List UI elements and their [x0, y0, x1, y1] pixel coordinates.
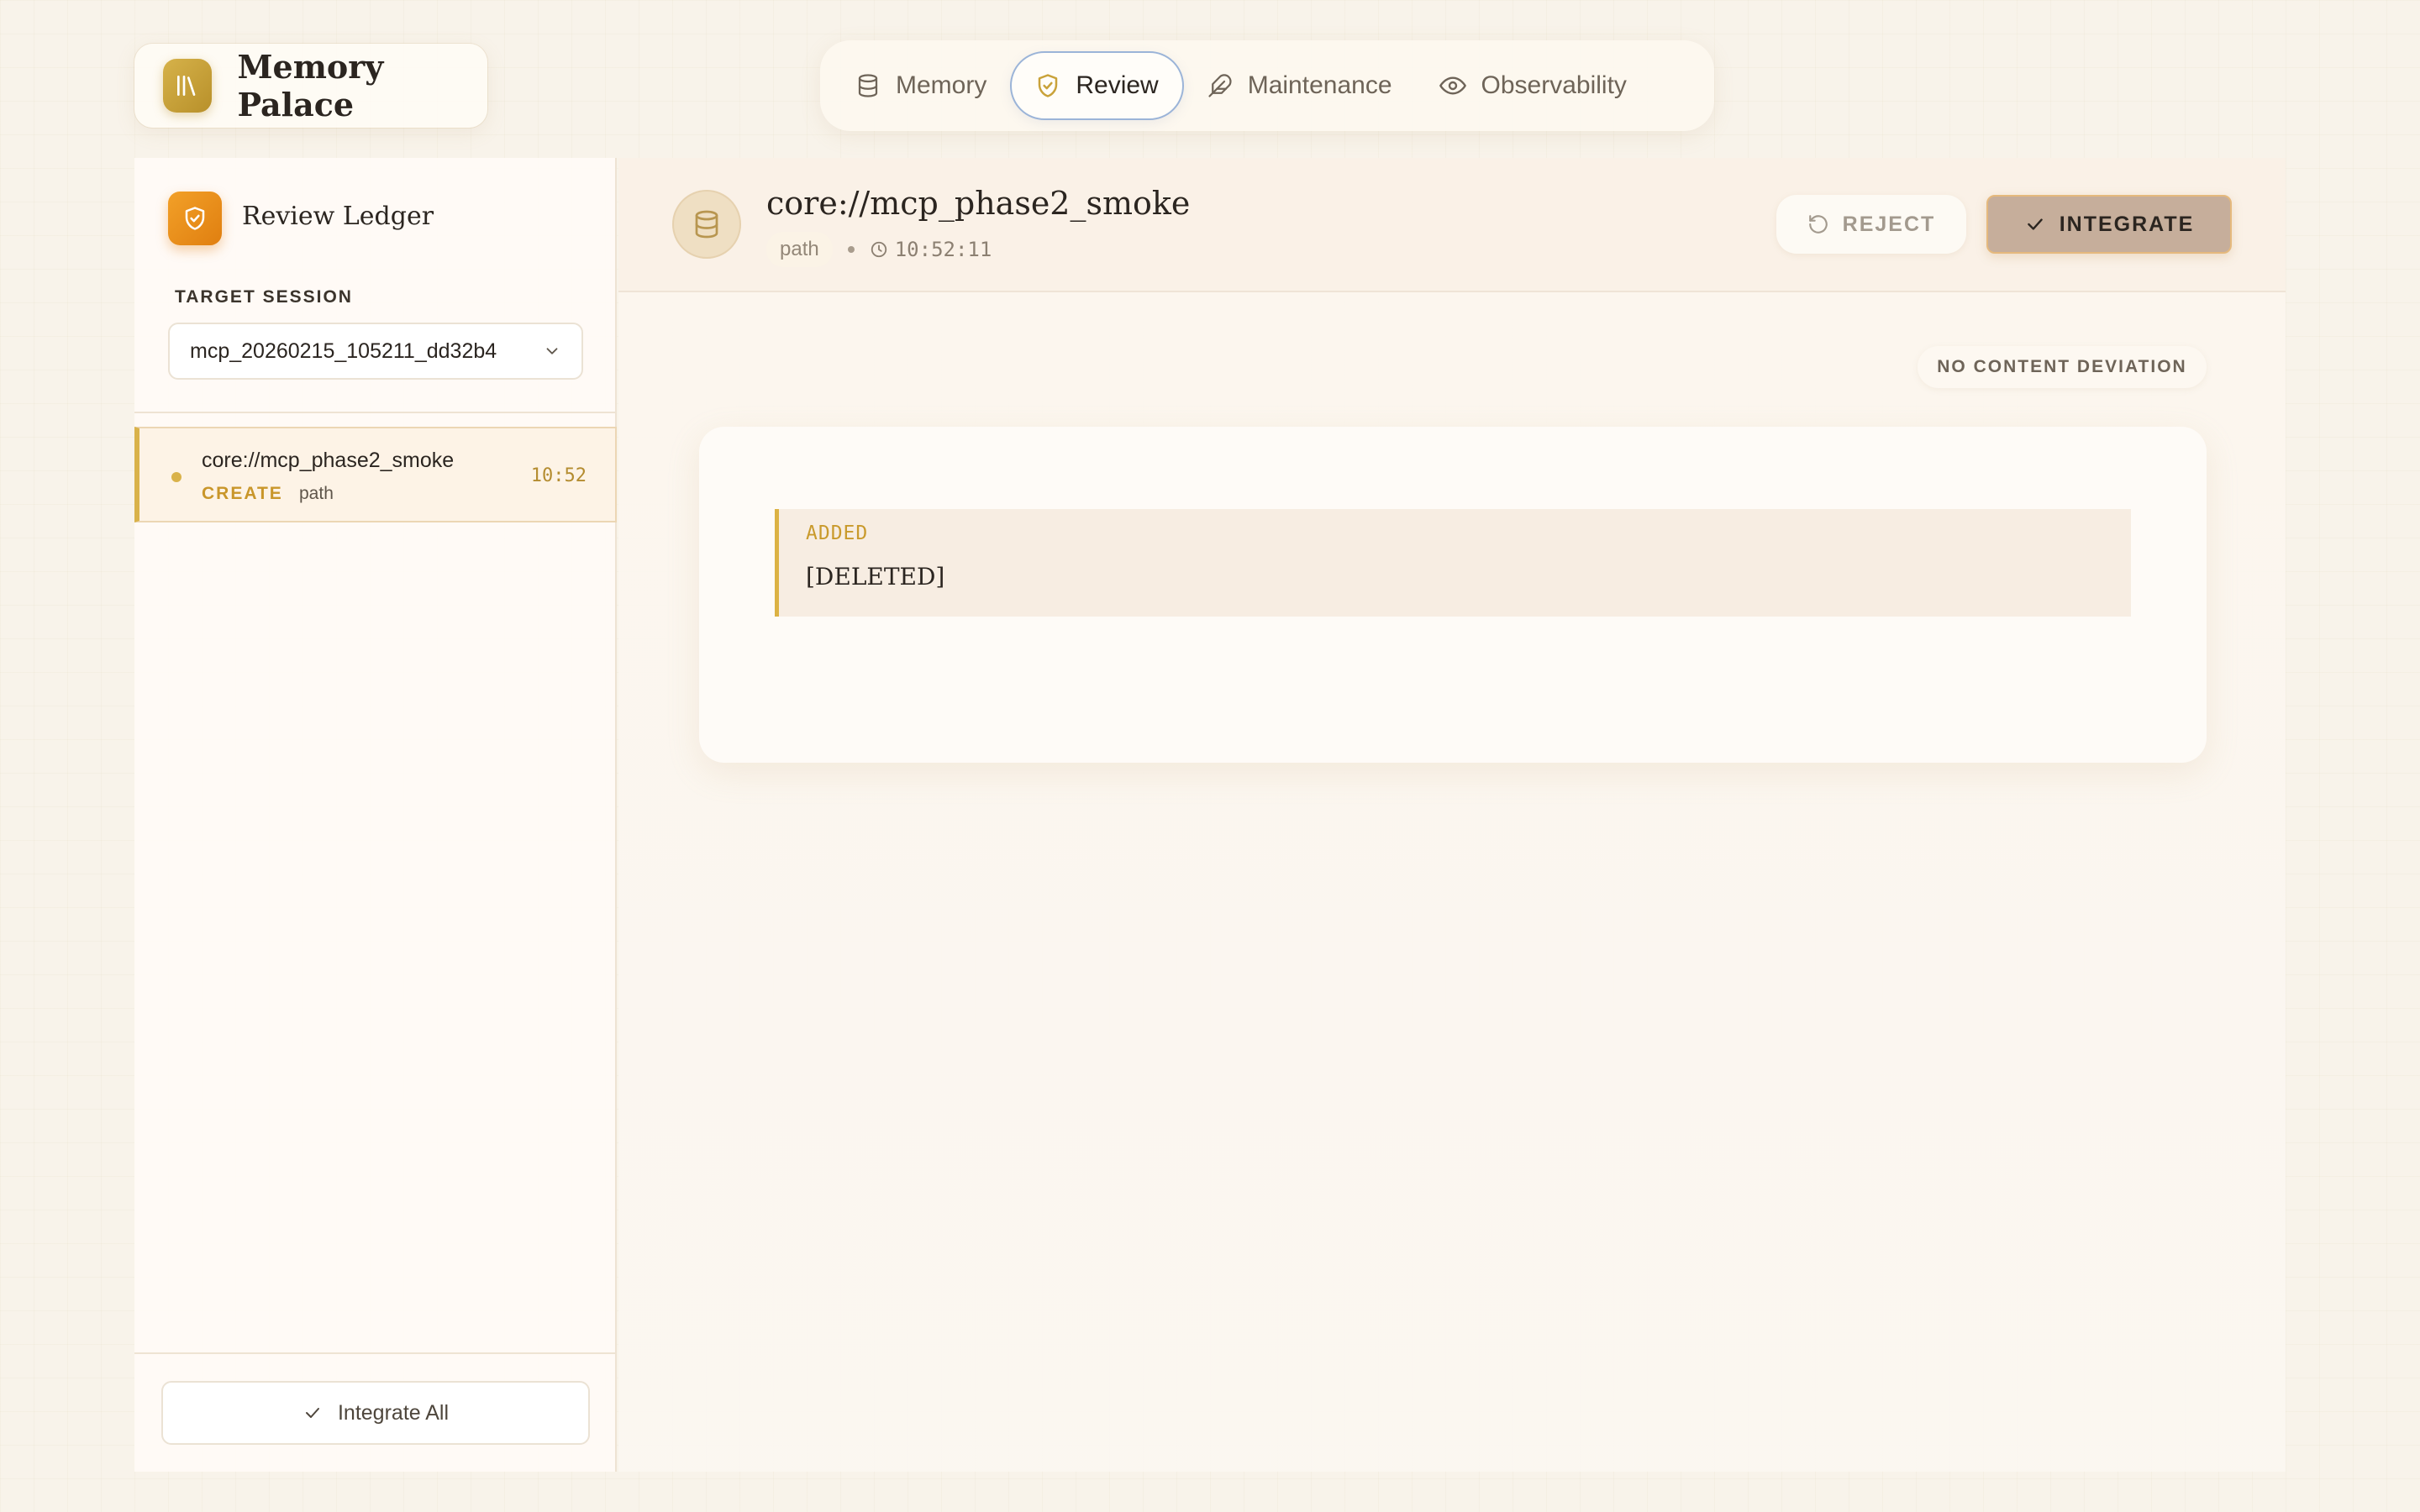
tab-observability[interactable]: Observability	[1416, 51, 1650, 120]
diff-label: ADDED	[806, 522, 869, 544]
integrate-label: INTEGRATE	[2059, 212, 2195, 236]
check-icon	[302, 1403, 323, 1423]
session-select[interactable]: mcp_20260215_105211_dd32b4	[168, 323, 583, 380]
tab-memory[interactable]: Memory	[832, 51, 1010, 120]
library-icon	[163, 59, 213, 113]
target-session-label: TARGET SESSION	[175, 287, 353, 307]
main-header: core://mcp_phase2_smoke path 10:52:11 RE…	[618, 158, 2286, 292]
page-title: core://mcp_phase2_smoke	[766, 185, 1191, 222]
meta-separator	[847, 246, 855, 253]
database-icon	[672, 190, 741, 259]
list-item-kind: path	[299, 484, 334, 503]
review-sidebar: Review Ledger TARGET SESSION mcp_2026021…	[134, 158, 617, 1472]
tab-review[interactable]: Review	[1010, 51, 1184, 120]
chevron-down-icon	[543, 342, 561, 360]
list-item-time: 10:52	[530, 465, 587, 486]
app-title: Memory Palace	[237, 48, 384, 123]
feather-icon	[1207, 73, 1233, 98]
diff-card: ADDED [DELETED]	[699, 427, 2207, 763]
session-select-value: mcp_20260215_105211_dd32b4	[190, 339, 497, 363]
list-item[interactable]: core://mcp_phase2_smoke CREATE path 10:5…	[134, 427, 617, 522]
tab-memory-label: Memory	[896, 71, 987, 99]
check-icon	[2024, 213, 2046, 235]
tab-observability-label: Observability	[1481, 71, 1627, 99]
database-icon	[855, 73, 881, 98]
list-item-title: core://mcp_phase2_smoke	[202, 449, 455, 472]
sidebar-divider	[134, 412, 615, 413]
integrate-all-button[interactable]: Integrate All	[161, 1381, 590, 1445]
diff-added-block: ADDED [DELETED]	[775, 509, 2131, 617]
tab-maintenance[interactable]: Maintenance	[1184, 51, 1416, 120]
meta-row: path 10:52:11	[766, 232, 992, 267]
sidebar-title: Review Ledger	[242, 202, 434, 231]
shield-check-icon	[1035, 73, 1060, 98]
main-panel: core://mcp_phase2_smoke path 10:52:11 RE…	[618, 158, 2286, 1472]
eye-icon	[1439, 72, 1466, 99]
clock-icon	[870, 240, 888, 259]
reject-button[interactable]: REJECT	[1776, 195, 1966, 254]
timestamp: 10:52:11	[870, 238, 992, 261]
status-badge: NO CONTENT DEVIATION	[1918, 346, 2207, 388]
integrate-all-label: Integrate All	[337, 1400, 450, 1425]
sidebar-bottom-divider	[134, 1352, 615, 1354]
main-nav: Memory Review Maintenance Observability	[820, 40, 1714, 131]
list-item-action: CREATE	[202, 484, 283, 503]
status-dot	[171, 472, 182, 482]
brand-header: Memory Palace	[134, 44, 487, 128]
diff-content: [DELETED]	[806, 563, 945, 591]
undo-icon	[1807, 213, 1829, 235]
tab-review-label: Review	[1076, 71, 1159, 99]
kind-badge: path	[766, 232, 833, 267]
reject-label: REJECT	[1842, 212, 1936, 236]
shield-icon	[168, 192, 222, 245]
integrate-button[interactable]: INTEGRATE	[1986, 195, 2232, 254]
timestamp-value: 10:52:11	[894, 238, 992, 261]
tab-maintenance-label: Maintenance	[1247, 71, 1392, 99]
